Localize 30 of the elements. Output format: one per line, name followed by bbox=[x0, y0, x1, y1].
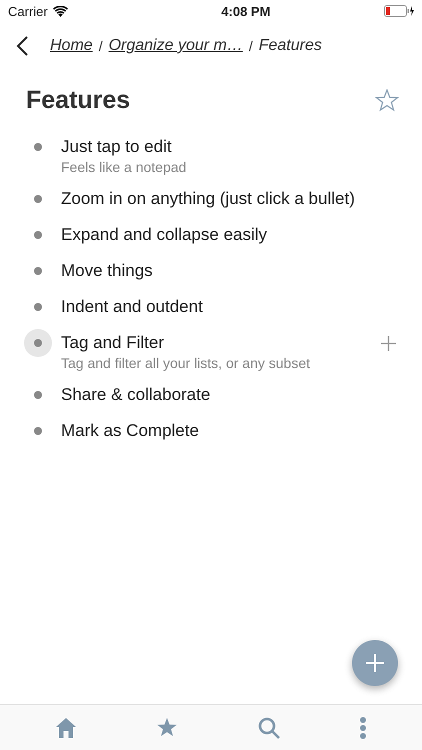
home-icon[interactable] bbox=[54, 717, 77, 738]
item-text[interactable]: Share & collaborate bbox=[61, 385, 210, 405]
breadcrumb-current: Features bbox=[258, 37, 322, 55]
breadcrumb-separator: / bbox=[98, 38, 103, 54]
add-button[interactable] bbox=[352, 640, 398, 686]
more-icon[interactable] bbox=[359, 716, 368, 738]
battery-icon bbox=[384, 5, 414, 17]
plus-icon bbox=[365, 653, 385, 673]
back-button[interactable] bbox=[14, 34, 30, 58]
item-note: Tag and filter all your lists, or any subset bbox=[61, 354, 310, 373]
item-text[interactable]: Move things bbox=[61, 261, 153, 281]
status-time: 4:08 PM bbox=[221, 4, 270, 18]
item-note: Feels like a notepad bbox=[61, 158, 186, 177]
item-text[interactable]: Indent and outdent bbox=[61, 297, 203, 317]
item-text[interactable]: Just tap to edit bbox=[61, 137, 186, 157]
star-icon[interactable] bbox=[156, 717, 178, 738]
star-icon[interactable] bbox=[375, 88, 399, 112]
page-title: Features bbox=[26, 86, 130, 114]
breadcrumb-link[interactable]: Organize your m… bbox=[108, 37, 243, 55]
search-icon[interactable] bbox=[258, 716, 280, 738]
item-text[interactable]: Expand and collapse easily bbox=[61, 225, 268, 245]
breadcrumb-separator: / bbox=[248, 38, 253, 54]
add-icon[interactable] bbox=[381, 336, 396, 351]
carrier-name: Carrier bbox=[8, 4, 68, 18]
bullet[interactable] bbox=[24, 329, 52, 357]
item-text[interactable]: Tag and Filter bbox=[61, 333, 310, 353]
item-text[interactable]: Zoom in on anything (just click a bullet) bbox=[61, 189, 355, 209]
breadcrumb-link[interactable]: Home bbox=[50, 37, 93, 55]
item-text[interactable]: Mark as Complete bbox=[61, 421, 199, 441]
wifi-icon bbox=[52, 6, 68, 16]
